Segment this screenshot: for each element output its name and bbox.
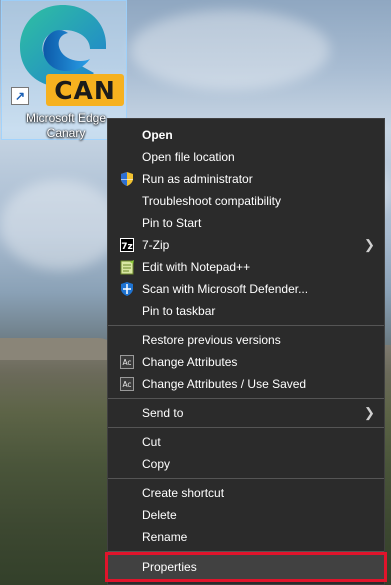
uac-shield-icon: [119, 171, 135, 187]
menu-item-run-as-administrator[interactable]: Run as administrator: [108, 168, 384, 190]
7zip-icon: 7z: [119, 237, 135, 253]
menu-item-rename[interactable]: Rename: [108, 526, 384, 548]
menu-item-change-attributes-use-saved[interactable]: Ac Change Attributes / Use Saved: [108, 373, 384, 395]
menu-item-cut[interactable]: Cut: [108, 431, 384, 453]
cloud: [0, 180, 120, 270]
svg-text:Ac: Ac: [122, 358, 131, 367]
menu-item-label: Open file location: [142, 150, 235, 164]
svg-text:7z: 7z: [121, 242, 133, 252]
shortcut-arrow-icon: ↗: [11, 87, 29, 105]
menu-item-send-to[interactable]: Send to ❯: [108, 402, 384, 424]
properties-highlight-box: [105, 552, 387, 582]
attributes-icon: Ac: [119, 376, 135, 392]
menu-item-label: Create shortcut: [142, 486, 225, 500]
submenu-chevron-icon: ❯: [364, 405, 375, 420]
menu-item-open[interactable]: Open: [108, 124, 384, 146]
menu-item-label: Open: [142, 128, 173, 142]
menu-separator: [108, 427, 384, 428]
menu-item-label: Restore previous versions: [142, 333, 281, 347]
menu-separator: [108, 478, 384, 479]
menu-item-troubleshoot-compatibility[interactable]: Troubleshoot compatibility: [108, 190, 384, 212]
menu-item-label: Copy: [142, 457, 171, 471]
menu-item-label: Change Attributes / Use Saved: [142, 377, 307, 391]
menu-item-label: Pin to taskbar: [142, 304, 216, 318]
landscape-cliff-top: [0, 338, 120, 360]
svg-text:Ac: Ac: [122, 380, 131, 389]
menu-item-scan-with-defender[interactable]: Scan with Microsoft Defender...: [108, 278, 384, 300]
menu-item-pin-to-start[interactable]: Pin to Start: [108, 212, 384, 234]
menu-separator: [108, 398, 384, 399]
attributes-icon: Ac: [119, 354, 135, 370]
menu-item-label: Cut: [142, 435, 161, 449]
defender-icon: [119, 281, 135, 297]
menu-item-label: Change Attributes: [142, 355, 238, 369]
submenu-chevron-icon: ❯: [364, 237, 375, 252]
menu-item-7zip[interactable]: 7z 7-Zip ❯: [108, 234, 384, 256]
menu-item-label: Edit with Notepad++: [142, 260, 251, 274]
cloud: [130, 10, 330, 90]
menu-item-label: Rename: [142, 530, 188, 544]
menu-item-pin-to-taskbar[interactable]: Pin to taskbar: [108, 300, 384, 322]
context-menu: Open Open file location Run as administr…: [105, 118, 387, 585]
menu-item-change-attributes[interactable]: Ac Change Attributes: [108, 351, 384, 373]
menu-item-copy[interactable]: Copy: [108, 453, 384, 475]
menu-item-label: Delete: [142, 508, 177, 522]
menu-item-label: Send to: [142, 406, 184, 420]
canary-badge: CAN: [46, 74, 124, 106]
menu-item-label: Run as administrator: [142, 172, 253, 186]
notepadpp-icon: [119, 259, 135, 275]
menu-item-label: Pin to Start: [142, 216, 202, 230]
menu-item-label: Troubleshoot compatibility: [142, 194, 281, 208]
menu-item-restore-previous-versions[interactable]: Restore previous versions: [108, 329, 384, 351]
menu-item-open-file-location[interactable]: Open file location: [108, 146, 384, 168]
menu-item-label: Scan with Microsoft Defender...: [142, 282, 309, 296]
menu-separator: [108, 325, 384, 326]
menu-item-delete[interactable]: Delete: [108, 504, 384, 526]
menu-item-label: 7-Zip: [142, 238, 170, 252]
menu-item-edit-with-notepadpp[interactable]: Edit with Notepad++: [108, 256, 384, 278]
menu-item-create-shortcut[interactable]: Create shortcut: [108, 482, 384, 504]
